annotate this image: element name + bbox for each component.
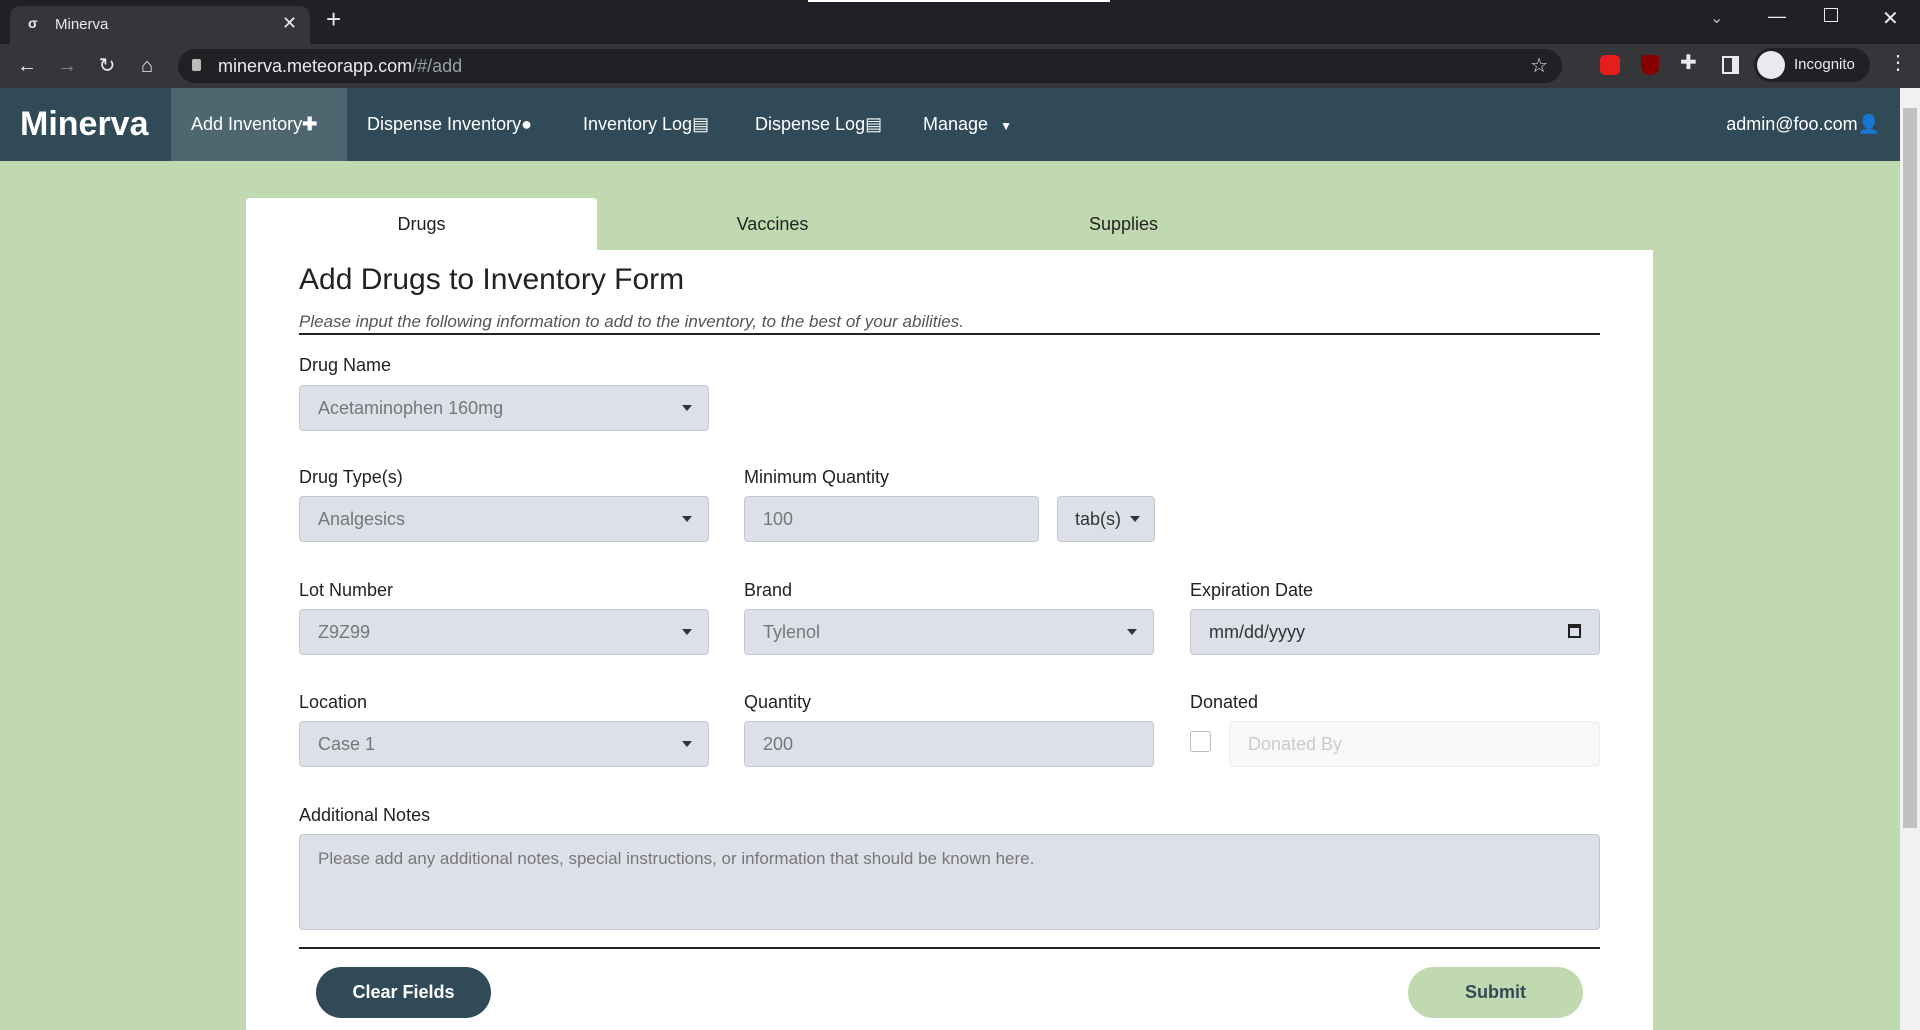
location-select[interactable]: Case 1 <box>299 721 709 767</box>
plus-icon: ✚ <box>302 114 318 134</box>
nav-dispense-log[interactable]: Dispense Log▤ <box>735 88 902 161</box>
nav-manage[interactable]: Manage ▼ <box>903 88 1032 161</box>
form-title: Add Drugs to Inventory Form <box>299 263 685 296</box>
clear-fields-button[interactable]: Clear Fields <box>316 967 491 1018</box>
tab-vaccines[interactable]: Vaccines <box>597 198 948 250</box>
close-tab-icon[interactable]: ✕ <box>282 13 297 34</box>
scrollbar-thumb[interactable] <box>1903 108 1917 828</box>
nav-dispense-inventory[interactable]: Dispense Inventory● <box>347 88 552 161</box>
menu-icon[interactable]: ⋮ <box>1888 50 1908 75</box>
indicator <box>808 0 1110 2</box>
extensions-icon[interactable]: ✚ <box>1680 50 1697 75</box>
form-subtitle: Please input the following information t… <box>299 312 1600 335</box>
quantity-label: Quantity <box>744 692 812 712</box>
notes-textarea[interactable]: Please add any additional notes, special… <box>299 834 1600 930</box>
user-menu[interactable]: admin@foo.com👤 <box>1706 88 1900 161</box>
restore-icon[interactable] <box>1824 8 1838 22</box>
unit-select[interactable]: tab(s) <box>1057 496 1155 542</box>
lot-label: Lot Number <box>299 580 394 600</box>
calendar-icon[interactable] <box>1568 624 1581 638</box>
adblock-icon[interactable] <box>1600 55 1620 75</box>
nav-add-inventory[interactable]: Add Inventory✚ <box>171 88 347 161</box>
caret-down-icon: ▼ <box>1000 119 1012 133</box>
location-label: Location <box>299 692 368 712</box>
bookmark-star-icon[interactable]: ☆ <box>1530 53 1548 78</box>
new-tab-icon[interactable]: + <box>326 4 341 35</box>
back-icon[interactable]: ← <box>12 44 42 88</box>
expiration-label: Expiration Date <box>1190 580 1314 600</box>
lot-select[interactable]: Z9Z99 <box>299 609 709 655</box>
url-text: minerva.meteorapp.com/#/add <box>218 56 463 76</box>
navbar: Minerva Add Inventory✚ Dispense Inventor… <box>0 88 1900 161</box>
quantity-input[interactable]: 200 <box>744 721 1154 767</box>
tab-drugs[interactable]: Drugs <box>246 198 597 250</box>
archive-icon: ▤ <box>692 114 710 134</box>
drug-name-label: Drug Name <box>299 355 392 375</box>
favicon-icon: σ <box>28 15 38 31</box>
browser-tab[interactable]: σ Minerva ✕ <box>10 6 310 44</box>
caret-down-icon <box>682 516 692 522</box>
book-icon: ▤ <box>865 114 883 134</box>
ublock-icon[interactable] <box>1641 55 1659 75</box>
donated-label: Donated <box>1190 692 1259 712</box>
brand-select[interactable]: Tylenol <box>744 609 1154 655</box>
expiration-input[interactable]: mm/dd/yyyy <box>1190 609 1600 655</box>
donated-by-input[interactable]: Donated By <box>1229 721 1600 767</box>
lock-icon <box>192 59 201 71</box>
profile-label: Incognito <box>1794 56 1855 73</box>
submit-button[interactable]: Submit <box>1408 967 1583 1018</box>
user-icon: 👤 <box>1857 114 1880 134</box>
brand-label: Brand <box>744 580 793 600</box>
caret-down-icon <box>1130 516 1140 522</box>
tab-title: Minerva <box>55 16 109 33</box>
logo[interactable]: Minerva <box>0 88 169 161</box>
reload-icon[interactable]: ↻ <box>92 44 122 88</box>
close-window-icon[interactable]: ✕ <box>1882 6 1899 31</box>
caret-down-icon <box>682 405 692 411</box>
incognito-icon <box>1757 51 1785 79</box>
address-bar[interactable]: minerva.meteorapp.com/#/add ☆ <box>178 49 1562 83</box>
drug-type-label: Drug Type(s) <box>299 467 403 487</box>
home-icon[interactable]: ⌂ <box>132 44 162 88</box>
drug-type-select[interactable]: Analgesics <box>299 496 709 542</box>
drug-name-select[interactable]: Acetaminophen 160mg <box>299 385 709 431</box>
minimize-icon[interactable]: — <box>1768 6 1786 27</box>
side-panel-icon[interactable] <box>1722 56 1739 74</box>
tab-supplies[interactable]: Supplies <box>948 198 1299 250</box>
forward-icon[interactable]: → <box>52 44 82 88</box>
caret-down-icon <box>1127 629 1137 635</box>
donated-checkbox[interactable] <box>1190 731 1211 752</box>
pills-icon: ● <box>521 114 532 134</box>
min-qty-input[interactable]: 100 <box>744 496 1039 542</box>
nav-inventory-log[interactable]: Inventory Log▤ <box>563 88 729 161</box>
tab-search-icon[interactable]: ⌄ <box>1710 8 1723 28</box>
min-qty-label: Minimum Quantity <box>744 467 890 487</box>
divider <box>299 947 1600 949</box>
notes-label: Additional Notes <box>299 805 431 825</box>
caret-down-icon <box>682 629 692 635</box>
browser-tabbar: σ Minerva ✕ + ⌄ — ✕ <box>0 0 1920 44</box>
caret-down-icon <box>682 741 692 747</box>
incognito-badge[interactable]: Incognito <box>1754 48 1870 82</box>
scrollbar[interactable] <box>1900 88 1920 1030</box>
